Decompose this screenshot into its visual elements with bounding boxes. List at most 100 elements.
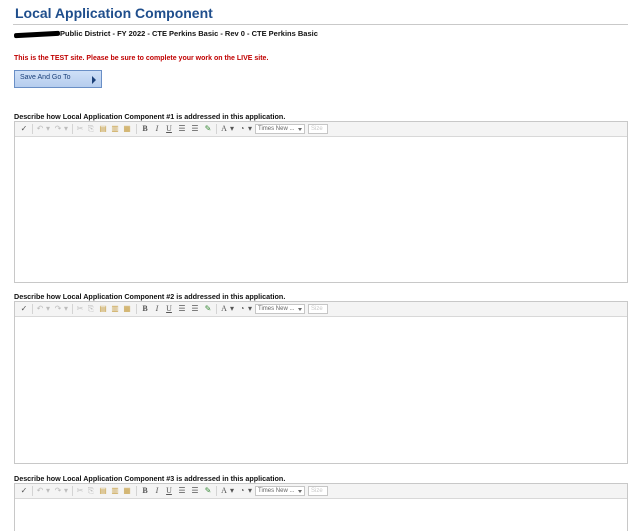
font-family-select[interactable]: Times New ...: [255, 486, 305, 496]
save-and-go-to-button[interactable]: Save And Go To: [14, 70, 102, 88]
paste-text-icon[interactable]: ▥: [110, 486, 120, 496]
paste-word-icon[interactable]: ▦: [122, 304, 132, 314]
bullet-list-icon[interactable]: ☰: [190, 486, 200, 496]
toolbar-separator: [216, 124, 217, 134]
component-1-editor: ✓ ↶ ▾ ↷ ▾ ✂ ⎘ ▤ ▥ ▦ B I U ☰ ☰ ✎ A ▾ ◔ ▾ …: [14, 121, 628, 283]
undo-dropdown-icon[interactable]: ▾: [45, 486, 51, 496]
bold-icon[interactable]: B: [140, 304, 150, 314]
component-2-label: Describe how Local Application Component…: [14, 292, 286, 301]
format-icon[interactable]: ✎: [203, 124, 213, 134]
highlight-dropdown-icon[interactable]: ▾: [247, 304, 253, 314]
chevron-down-icon: [298, 308, 302, 311]
font-size-select[interactable]: Size: [308, 124, 328, 134]
toolbar-separator: [136, 486, 137, 496]
spellcheck-icon[interactable]: ✓: [19, 124, 29, 134]
redo-dropdown-icon[interactable]: ▾: [63, 124, 69, 134]
format-icon[interactable]: ✎: [203, 304, 213, 314]
paste-text-icon[interactable]: ▥: [110, 124, 120, 134]
paste-icon[interactable]: ▤: [98, 124, 108, 134]
font-size-select[interactable]: Size: [308, 486, 328, 496]
underline-icon[interactable]: U: [164, 486, 174, 496]
font-family-value: Times New ...: [258, 126, 295, 132]
toolbar-separator: [136, 304, 137, 314]
arrow-right-icon: [92, 76, 96, 84]
font-color-icon[interactable]: A: [219, 304, 229, 314]
redo-icon[interactable]: ↷: [53, 124, 63, 134]
redo-icon[interactable]: ↷: [53, 304, 63, 314]
undo-icon[interactable]: ↶: [35, 124, 45, 134]
undo-icon[interactable]: ↶: [35, 486, 45, 496]
highlight-dropdown-icon[interactable]: ▾: [247, 124, 253, 134]
font-color-dropdown-icon[interactable]: ▾: [229, 486, 235, 496]
component-1-text-area[interactable]: [15, 137, 627, 283]
toolbar-separator: [216, 486, 217, 496]
font-color-icon[interactable]: A: [219, 124, 229, 134]
toolbar-separator: [72, 486, 73, 496]
paste-word-icon[interactable]: ▦: [122, 124, 132, 134]
toolbar-separator: [32, 486, 33, 496]
font-color-dropdown-icon[interactable]: ▾: [229, 304, 235, 314]
chevron-down-icon: [298, 128, 302, 131]
italic-icon[interactable]: I: [152, 124, 162, 134]
bold-icon[interactable]: B: [140, 124, 150, 134]
italic-icon[interactable]: I: [152, 486, 162, 496]
chevron-down-icon: [298, 490, 302, 493]
font-family-value: Times New ...: [258, 306, 295, 312]
redo-icon[interactable]: ↷: [53, 486, 63, 496]
copy-icon[interactable]: ⎘: [86, 304, 96, 314]
toolbar-separator: [72, 124, 73, 134]
underline-icon[interactable]: U: [164, 304, 174, 314]
highlight-dropdown-icon[interactable]: ▾: [247, 486, 253, 496]
highlight-color-icon[interactable]: ◔: [237, 124, 247, 134]
font-size-value: Size: [311, 488, 323, 494]
cut-icon[interactable]: ✂: [75, 304, 85, 314]
underline-icon[interactable]: U: [164, 124, 174, 134]
toolbar-separator: [216, 304, 217, 314]
cut-icon[interactable]: ✂: [75, 124, 85, 134]
italic-icon[interactable]: I: [152, 304, 162, 314]
numbered-list-icon[interactable]: ☰: [177, 124, 187, 134]
highlight-color-icon[interactable]: ◔: [237, 486, 247, 496]
toolbar-separator: [32, 304, 33, 314]
redo-dropdown-icon[interactable]: ▾: [63, 304, 69, 314]
component-3-editor: ✓ ↶ ▾ ↷ ▾ ✂ ⎘ ▤ ▥ ▦ B I U ☰ ☰ ✎ A ▾ ◔ ▾ …: [14, 483, 628, 531]
page-title: Local Application Component: [15, 5, 213, 21]
spellcheck-icon[interactable]: ✓: [19, 304, 29, 314]
undo-dropdown-icon[interactable]: ▾: [45, 124, 51, 134]
component-2-text-area[interactable]: [15, 317, 627, 464]
font-size-value: Size: [311, 306, 323, 312]
bullet-list-icon[interactable]: ☰: [190, 124, 200, 134]
toolbar-separator: [136, 124, 137, 134]
undo-icon[interactable]: ↶: [35, 304, 45, 314]
font-color-dropdown-icon[interactable]: ▾: [229, 124, 235, 134]
test-site-warning: This is the TEST site. Please be sure to…: [14, 55, 269, 62]
copy-icon[interactable]: ⎘: [86, 124, 96, 134]
editor-toolbar: ✓ ↶ ▾ ↷ ▾ ✂ ⎘ ▤ ▥ ▦ B I U ☰ ☰ ✎ A ▾ ◔ ▾ …: [15, 122, 627, 137]
editor-toolbar: ✓ ↶ ▾ ↷ ▾ ✂ ⎘ ▤ ▥ ▦ B I U ☰ ☰ ✎ A ▾ ◔ ▾ …: [15, 484, 627, 499]
redo-dropdown-icon[interactable]: ▾: [63, 486, 69, 496]
spellcheck-icon[interactable]: ✓: [19, 486, 29, 496]
font-color-icon[interactable]: A: [219, 486, 229, 496]
copy-icon[interactable]: ⎘: [86, 486, 96, 496]
highlight-color-icon[interactable]: ◔: [237, 304, 247, 314]
paste-icon[interactable]: ▤: [98, 486, 108, 496]
font-size-select[interactable]: Size: [308, 304, 328, 314]
component-3-text-area[interactable]: [15, 499, 627, 532]
component-1-label: Describe how Local Application Component…: [14, 112, 286, 121]
component-3-label: Describe how Local Application Component…: [14, 474, 286, 483]
editor-toolbar: ✓ ↶ ▾ ↷ ▾ ✂ ⎘ ▤ ▥ ▦ B I U ☰ ☰ ✎ A ▾ ◔ ▾ …: [15, 302, 627, 317]
component-2-editor: ✓ ↶ ▾ ↷ ▾ ✂ ⎘ ▤ ▥ ▦ B I U ☰ ☰ ✎ A ▾ ◔ ▾ …: [14, 301, 628, 464]
font-family-select[interactable]: Times New ...: [255, 124, 305, 134]
paste-word-icon[interactable]: ▦: [122, 486, 132, 496]
numbered-list-icon[interactable]: ☰: [177, 486, 187, 496]
cut-icon[interactable]: ✂: [75, 486, 85, 496]
format-icon[interactable]: ✎: [203, 486, 213, 496]
paste-text-icon[interactable]: ▥: [110, 304, 120, 314]
font-family-select[interactable]: Times New ...: [255, 304, 305, 314]
font-size-value: Size: [311, 126, 323, 132]
paste-icon[interactable]: ▤: [98, 304, 108, 314]
numbered-list-icon[interactable]: ☰: [177, 304, 187, 314]
bullet-list-icon[interactable]: ☰: [190, 304, 200, 314]
undo-dropdown-icon[interactable]: ▾: [45, 304, 51, 314]
bold-icon[interactable]: B: [140, 486, 150, 496]
